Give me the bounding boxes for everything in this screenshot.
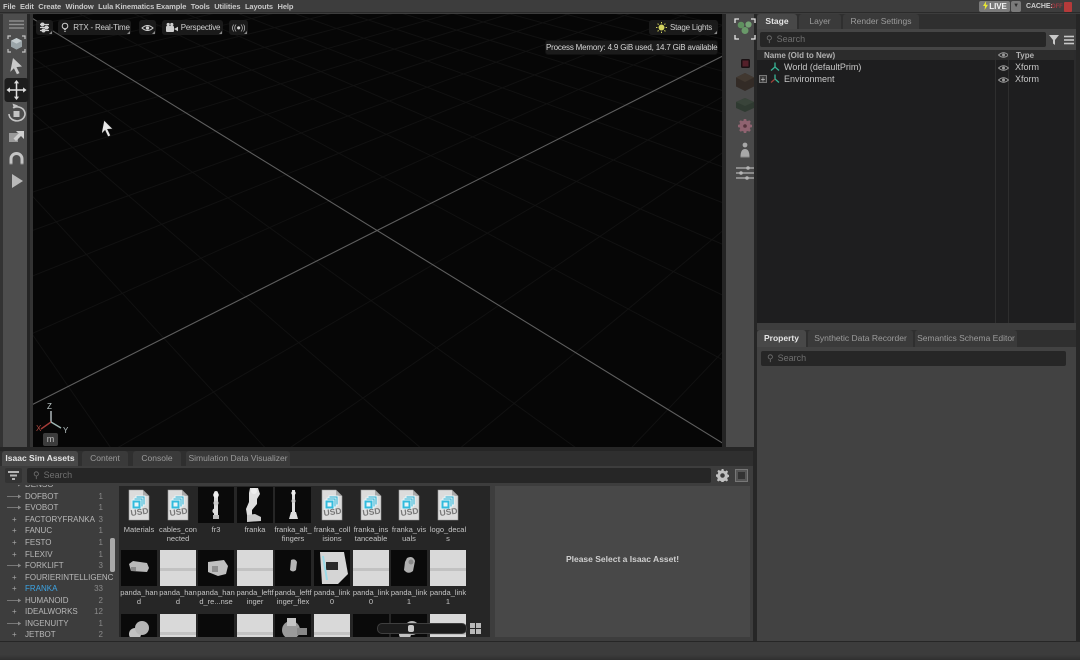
- svg-text:X: X: [36, 424, 42, 433]
- svg-text:Z: Z: [47, 402, 52, 411]
- svg-text:Y: Y: [63, 426, 69, 435]
